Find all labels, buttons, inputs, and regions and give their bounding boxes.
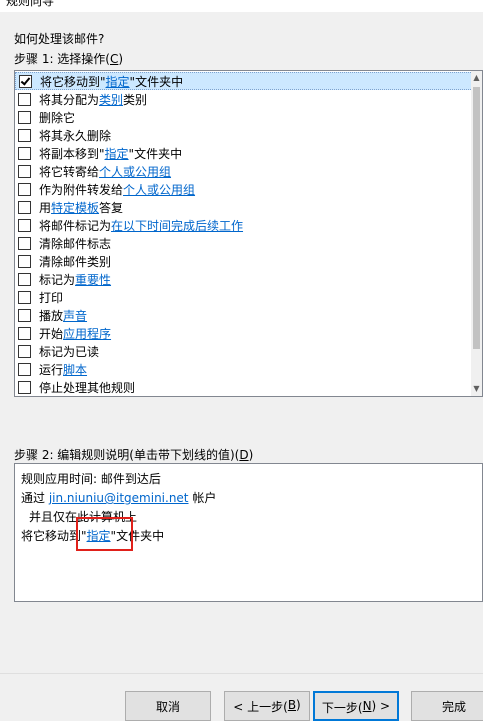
description-line-trigger: 规则应用时间: 邮件到达后 <box>21 472 161 486</box>
action-link[interactable]: 指定 <box>105 145 129 162</box>
action-label-suffix: "文件夹中 <box>129 74 184 89</box>
action-link[interactable]: 声音 <box>63 307 87 324</box>
action-checkbox[interactable] <box>18 344 31 358</box>
action-checkbox[interactable] <box>18 164 31 178</box>
action-label: 作为附件转发给 <box>39 182 124 197</box>
action-checkbox[interactable] <box>18 182 31 196</box>
account-link[interactable]: jin.niuniu@itgemini.net <box>49 491 189 505</box>
action-checkbox[interactable] <box>18 200 31 214</box>
step1-label: 步骤 1: 选择操作(C) <box>14 52 124 66</box>
action-item[interactable]: 开始 应用程序 <box>15 324 473 342</box>
action-checkbox[interactable] <box>18 272 31 286</box>
action-item[interactable]: 清除邮件类别 <box>15 252 473 270</box>
action-checkbox[interactable] <box>18 146 31 160</box>
finish-button[interactable]: 完成 <box>411 691 483 721</box>
description-line-account: 通过 jin.niuniu@itgemini.net 帐户 <box>21 491 217 505</box>
action-label: 标记为 <box>39 272 76 287</box>
action-checkbox[interactable] <box>18 254 31 268</box>
actions-list[interactable]: 将它移动到" 指定 "文件夹中 将其分配为 类别 类别 删除它 将其永久删除 将副本移到" 指… <box>14 70 483 397</box>
action-label: 停止处理其他规则 <box>39 380 136 395</box>
action-item[interactable]: 清除邮件标志 <box>15 234 473 252</box>
action-item[interactable]: 标记为已读 <box>15 342 473 360</box>
action-label: 打印 <box>39 290 64 305</box>
action-label: 将其分配为 <box>39 92 100 107</box>
question-label: 如何处理该邮件? <box>14 32 105 46</box>
action-item[interactable]: 将其永久删除 <box>15 126 473 144</box>
action-label: 清除邮件标志 <box>39 236 112 251</box>
action-label: 用 <box>39 200 52 215</box>
action-link[interactable]: 重要性 <box>75 271 111 288</box>
action-item[interactable]: 打印 <box>15 288 473 306</box>
action-link[interactable]: 在以下时间完成后续工作 <box>111 217 243 234</box>
scroll-up-arrow-icon[interactable]: ▲ <box>471 71 482 85</box>
window-titlebar: 规则向导 <box>0 0 483 12</box>
action-item[interactable]: 播放 声音 <box>15 306 473 324</box>
action-label: 开始 <box>39 326 64 341</box>
action-item[interactable]: 作为附件转发给 个人或公用组 <box>15 180 473 198</box>
action-link[interactable]: 应用程序 <box>63 325 111 342</box>
action-link[interactable]: 个人或公用组 <box>99 163 171 180</box>
action-label: 将副本移到" <box>39 146 105 161</box>
action-label: 清除邮件类别 <box>39 254 112 269</box>
action-item[interactable]: 将其分配为 类别 类别 <box>15 90 473 108</box>
footer-divider <box>0 673 483 674</box>
action-checkbox[interactable] <box>18 236 31 250</box>
action-label: 将它移动到" <box>40 74 106 89</box>
action-checkbox[interactable] <box>18 290 31 304</box>
action-checkbox[interactable] <box>18 128 31 142</box>
scroll-down-arrow-icon[interactable]: ▼ <box>471 382 482 396</box>
back-button[interactable]: < 上一步(B) <box>224 691 310 721</box>
action-link[interactable]: 特定模板 <box>51 199 99 216</box>
action-label: 将其永久删除 <box>39 128 112 143</box>
action-label-suffix: 答复 <box>99 200 124 215</box>
action-checkbox[interactable] <box>18 326 31 340</box>
action-checkbox[interactable] <box>19 74 32 88</box>
action-checkbox[interactable] <box>18 362 31 376</box>
action-item[interactable]: 停止处理其他规则 <box>15 378 473 396</box>
action-item[interactable]: 标记为 重要性 <box>15 270 473 288</box>
action-link[interactable]: 脚本 <box>63 361 87 378</box>
scrollbar-thumb[interactable] <box>473 87 480 349</box>
next-button[interactable]: 下一步(N) > <box>313 691 399 721</box>
action-label: 将它转寄给 <box>39 164 100 179</box>
action-checkbox[interactable] <box>18 92 31 106</box>
action-item[interactable]: 运行 脚本 <box>15 360 473 378</box>
action-link[interactable]: 类别 <box>99 91 123 108</box>
action-item[interactable]: 将它移动到" 指定 "文件夹中 <box>15 72 473 90</box>
action-link[interactable]: 指定 <box>106 73 130 90</box>
step2-label: 步骤 2: 编辑规则说明(单击带下划线的值)(D) <box>14 448 254 462</box>
action-item[interactable]: 删除它 <box>15 108 473 126</box>
action-item[interactable]: 用 特定模板 答复 <box>15 198 473 216</box>
action-link[interactable]: 个人或公用组 <box>123 181 195 198</box>
action-checkbox[interactable] <box>18 110 31 124</box>
cancel-button[interactable]: 取消 <box>125 691 211 721</box>
action-label: 播放 <box>39 308 64 323</box>
highlight-annotation <box>76 517 133 551</box>
action-label-suffix: "文件夹中 <box>128 146 183 161</box>
action-label-suffix: 类别 <box>123 92 148 107</box>
action-label: 删除它 <box>39 110 76 125</box>
action-label: 将邮件标记为 <box>39 218 112 233</box>
window-title: 规则向导 <box>6 0 55 8</box>
action-label: 运行 <box>39 362 64 377</box>
action-checkbox[interactable] <box>18 380 31 394</box>
action-item[interactable]: 将它转寄给 个人或公用组 <box>15 162 473 180</box>
action-item[interactable]: 将邮件标记为 在以下时间完成后续工作 <box>15 216 473 234</box>
action-checkbox[interactable] <box>18 218 31 232</box>
actions-scrollbar[interactable]: ▲ ▼ <box>471 71 482 396</box>
action-item[interactable]: 将副本移到" 指定 "文件夹中 <box>15 144 473 162</box>
action-label: 标记为已读 <box>39 344 100 359</box>
action-checkbox[interactable] <box>18 308 31 322</box>
